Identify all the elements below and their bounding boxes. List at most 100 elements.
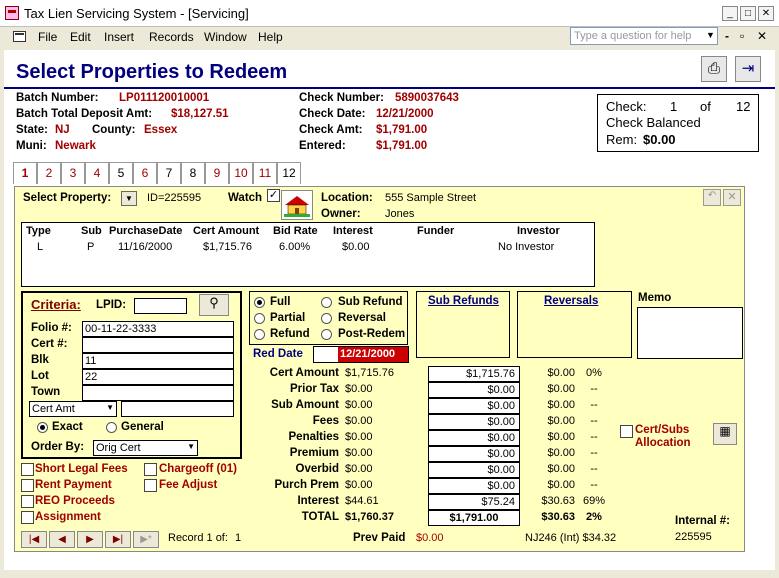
amount-row-input[interactable]: $75.24 <box>428 494 520 510</box>
exact-radio[interactable] <box>37 422 48 433</box>
batch-number: LP011120010001 <box>119 92 210 104</box>
folio-input[interactable]: 00-11-22-3333 <box>82 321 234 337</box>
muni-label: Muni: <box>16 140 47 152</box>
order-by-select[interactable]: Orig Cert ▼ <box>93 440 198 456</box>
town-label: Town <box>31 386 61 398</box>
lien-list[interactable]: Type Sub PurchaseDate Cert Amount Bid Ra… <box>21 222 595 287</box>
menu-edit[interactable]: Edit <box>70 30 91 44</box>
search-button[interactable]: ⚲ <box>199 294 229 316</box>
tab-2[interactable]: 2 <box>37 162 61 184</box>
rent-checkbox[interactable] <box>21 479 34 492</box>
new-record-button[interactable]: ▶* <box>133 531 159 548</box>
title-bar: Tax Lien Servicing System - [Servicing] … <box>0 0 779 27</box>
sub-refund-label: Sub Refund <box>338 296 403 308</box>
amount-row-input[interactable]: $0.00 <box>428 430 520 446</box>
amount-row-label: Fees <box>312 415 339 427</box>
property-house-button[interactable] <box>281 190 313 220</box>
total-orig: $1,760.37 <box>345 511 394 523</box>
col-purchase-date: PurchaseDate <box>109 225 183 237</box>
tab-8[interactable]: 8 <box>181 162 205 184</box>
partial-radio[interactable] <box>254 313 265 324</box>
muni-value: Newark <box>55 140 96 152</box>
lot-input[interactable]: 22 <box>82 369 234 385</box>
sub-refund-radio[interactable] <box>321 297 332 308</box>
maximize-button[interactable]: □ <box>740 6 756 21</box>
watch-checkbox[interactable]: ✓ <box>267 189 280 202</box>
tab-11[interactable]: 11 <box>253 162 277 184</box>
tab-7[interactable]: 7 <box>157 162 181 184</box>
fee-adjust-checkbox[interactable] <box>144 479 157 492</box>
undo-button[interactable]: ↶ <box>703 189 721 206</box>
chargeoff-checkbox[interactable] <box>144 463 157 476</box>
tab-6[interactable]: 6 <box>133 162 157 184</box>
amount-value-input[interactable] <box>121 401 234 417</box>
memo-input[interactable] <box>637 307 743 359</box>
town-input[interactable] <box>82 385 234 401</box>
ask-dropdown-icon[interactable]: ▼ <box>706 30 715 40</box>
col-type: Type <box>26 225 51 237</box>
close-button[interactable]: ✕ <box>758 6 774 21</box>
reo-checkbox[interactable] <box>21 495 34 508</box>
form-icon[interactable] <box>13 31 26 42</box>
menu-help[interactable]: Help <box>258 30 283 44</box>
amount-row-input[interactable]: $0.00 <box>428 398 520 414</box>
print-button[interactable]: ⎙ <box>701 56 727 82</box>
doc-close-button[interactable]: ✕ <box>757 29 767 43</box>
amount-row-input[interactable]: $0.00 <box>428 382 520 398</box>
tab-12[interactable]: 12 <box>277 162 301 184</box>
short-legal-checkbox[interactable] <box>21 463 34 476</box>
owner-value: Jones <box>385 208 415 220</box>
menu-file[interactable]: File <box>38 30 57 44</box>
menu-records[interactable]: Records <box>149 30 194 44</box>
amount-row-input[interactable]: $0.00 <box>428 414 520 430</box>
allocation-button[interactable]: ▦ <box>713 423 737 445</box>
last-record-button[interactable]: ▶| <box>105 531 131 548</box>
assignment-checkbox[interactable] <box>21 511 34 524</box>
blk-input[interactable]: 11 <box>82 353 234 369</box>
refund-radio[interactable] <box>254 329 265 340</box>
memo-label: Memo <box>638 292 672 304</box>
cert-input[interactable] <box>82 337 234 353</box>
amount-row-input[interactable]: $0.00 <box>428 462 520 478</box>
red-date-input[interactable]: 12/21/2000 <box>313 346 409 363</box>
reversals-link[interactable]: Reversals <box>544 295 598 307</box>
tab-4[interactable]: 4 <box>85 162 109 184</box>
prev-record-button[interactable]: ◀ <box>49 531 75 548</box>
col-funder: Funder <box>417 225 455 237</box>
window-title: Tax Lien Servicing System - [Servicing] <box>24 6 249 21</box>
post-redem-label: Post-Redem <box>338 328 406 340</box>
minimize-button[interactable]: _ <box>722 6 738 21</box>
new-record-icon: ▶* <box>140 534 152 545</box>
cert-subs-label: Cert/Subs <box>635 424 690 436</box>
tab-1[interactable]: 1 <box>13 162 37 184</box>
reversal-radio[interactable] <box>321 313 332 324</box>
ask-question-input[interactable]: Type a question for help <box>570 27 718 45</box>
tab-10[interactable]: 10 <box>229 162 253 184</box>
doc-restore-button[interactable]: ▫ <box>740 29 744 43</box>
next-record-button[interactable]: ▶ <box>77 531 103 548</box>
tab-3[interactable]: 3 <box>61 162 85 184</box>
amount-row-label: Overbid <box>295 463 339 475</box>
tab-5[interactable]: 5 <box>109 162 133 184</box>
amount-type-select[interactable]: Cert Amt ▼ <box>29 401 117 417</box>
amount-row-input[interactable]: $0.00 <box>428 478 520 494</box>
lpid-input[interactable] <box>134 298 187 314</box>
first-record-button[interactable]: |◀ <box>21 531 47 548</box>
cert-subs-checkbox[interactable] <box>620 425 633 438</box>
doc-minimize-button[interactable]: - <box>725 29 729 43</box>
tab-9[interactable]: 9 <box>205 162 229 184</box>
select-property-dropdown[interactable]: ▼ <box>121 191 137 206</box>
delete-button[interactable]: ✕ <box>723 189 741 206</box>
amount-row-label: Penalties <box>288 431 340 443</box>
full-radio[interactable] <box>254 297 265 308</box>
general-radio[interactable] <box>106 422 117 433</box>
menu-insert[interactable]: Insert <box>104 30 134 44</box>
amount-row-input[interactable]: $1,715.76 <box>428 366 520 382</box>
sub-refunds-link[interactable]: Sub Refunds <box>428 295 499 307</box>
exit-button[interactable]: ⇥ <box>735 56 761 82</box>
menu-window[interactable]: Window <box>204 30 247 44</box>
amount-row-label: Cert Amount <box>269 367 339 379</box>
amount-row-input[interactable]: $0.00 <box>428 446 520 462</box>
house-icon <box>284 196 310 217</box>
post-redem-radio[interactable] <box>321 329 332 340</box>
